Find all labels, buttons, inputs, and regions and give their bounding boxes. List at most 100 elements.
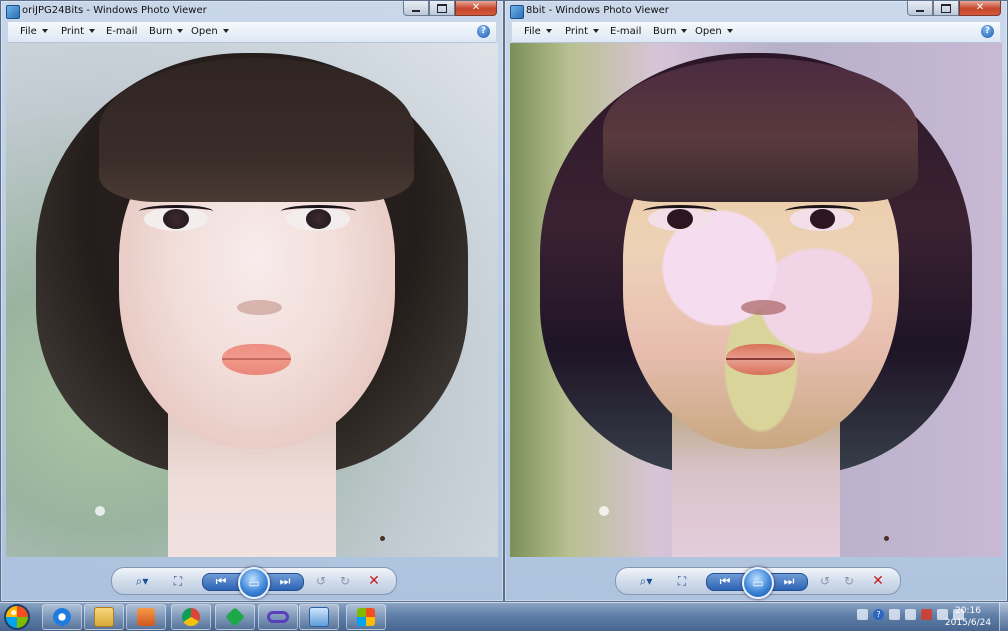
menu-burn[interactable]: Burn bbox=[149, 26, 184, 37]
portrait-image-24bit bbox=[6, 43, 498, 557]
window-title: 8bit - Windows Photo Viewer bbox=[526, 5, 669, 16]
tray-help-icon[interactable]: ? bbox=[873, 609, 884, 620]
rotate-right-button[interactable]: ↻ bbox=[336, 572, 354, 590]
menu-file[interactable]: File bbox=[524, 26, 552, 37]
next-button[interactable]: ⏭ bbox=[774, 573, 804, 589]
maximize-button[interactable] bbox=[933, 1, 959, 16]
title-bar[interactable]: oriJPG24Bits - Windows Photo Viewer ✕ bbox=[1, 1, 503, 21]
photo-viewport[interactable] bbox=[6, 43, 498, 557]
photo-viewer-window-24bit[interactable]: oriJPG24Bits - Windows Photo Viewer ✕ Fi… bbox=[0, 0, 504, 602]
minimize-button[interactable] bbox=[907, 1, 933, 16]
command-bar: File Print E-mail Burn Open ? bbox=[8, 22, 496, 43]
previous-button[interactable]: ⏮ bbox=[206, 573, 236, 589]
zoom-button[interactable]: ⌕▾ bbox=[128, 572, 156, 590]
close-button[interactable]: ✕ bbox=[455, 1, 497, 16]
rotate-left-icon: ↺ bbox=[315, 574, 327, 588]
taskbar-chrome[interactable] bbox=[171, 604, 211, 630]
taskbar-ie[interactable] bbox=[42, 604, 82, 630]
window-title: oriJPG24Bits - Windows Photo Viewer bbox=[22, 5, 207, 16]
next-icon: ⏭ bbox=[783, 574, 795, 588]
office-app-icon bbox=[357, 608, 375, 626]
help-icon[interactable]: ? bbox=[477, 25, 490, 38]
portrait-image-8bit bbox=[510, 43, 1002, 557]
rotate-right-button[interactable]: ↻ bbox=[840, 572, 858, 590]
taskbar-explorer[interactable] bbox=[84, 604, 124, 630]
zoom-icon: ⌕▾ bbox=[639, 574, 653, 588]
next-button[interactable]: ⏭ bbox=[270, 573, 300, 589]
minimize-icon bbox=[916, 9, 924, 12]
slideshow-button[interactable]: ▭ bbox=[742, 567, 774, 599]
actual-size-button[interactable]: ⛶ bbox=[168, 572, 188, 590]
taskbar-clock[interactable]: 20:16 2015/6/24 bbox=[938, 605, 998, 629]
navigation-group: ⏮ ▭ ⏭ bbox=[706, 567, 808, 599]
clock-date: 2015/6/24 bbox=[944, 618, 992, 628]
caption-buttons: ✕ bbox=[907, 1, 1001, 17]
slideshow-icon: ▭ bbox=[752, 576, 764, 590]
maximize-icon bbox=[437, 3, 447, 13]
chevron-down-icon bbox=[177, 29, 184, 33]
rotate-right-icon: ↻ bbox=[339, 574, 351, 588]
chevron-down-icon bbox=[726, 29, 733, 33]
rotate-left-button[interactable]: ↺ bbox=[816, 572, 834, 590]
tray-network-icon[interactable] bbox=[921, 609, 932, 620]
taskbar-infinity-app[interactable] bbox=[258, 604, 298, 630]
menu-open[interactable]: Open bbox=[191, 26, 229, 37]
photo-viewer-window-8bit[interactable]: 8bit - Windows Photo Viewer ✕ File Print… bbox=[504, 0, 1008, 602]
photo-viewer-icon bbox=[309, 607, 329, 627]
delete-button[interactable]: ✕ bbox=[364, 572, 384, 590]
menu-print[interactable]: Print bbox=[61, 26, 96, 37]
fit-window-icon: ⛶ bbox=[677, 574, 687, 588]
menu-burn[interactable]: Burn bbox=[653, 26, 688, 37]
menu-print[interactable]: Print bbox=[565, 26, 600, 37]
zoom-button[interactable]: ⌕▾ bbox=[632, 572, 660, 590]
start-button[interactable] bbox=[4, 604, 30, 630]
title-bar[interactable]: 8bit - Windows Photo Viewer ✕ bbox=[505, 1, 1007, 21]
command-bar: File Print E-mail Burn Open ? bbox=[512, 22, 1000, 43]
help-icon[interactable]: ? bbox=[981, 25, 994, 38]
rotate-left-icon: ↺ bbox=[819, 574, 831, 588]
delete-button[interactable]: ✕ bbox=[868, 572, 888, 590]
rotate-left-button[interactable]: ↺ bbox=[312, 572, 330, 590]
close-icon: ✕ bbox=[975, 2, 985, 13]
chevron-down-icon bbox=[545, 29, 552, 33]
taskbar-media-player[interactable] bbox=[126, 604, 166, 630]
tray-arrow-icon[interactable] bbox=[905, 609, 916, 620]
taskbar: ? 20:16 2015/6/24 bbox=[0, 602, 1008, 631]
photo-viewport[interactable] bbox=[510, 43, 1002, 557]
menu-email[interactable]: E-mail bbox=[610, 26, 641, 37]
slideshow-button[interactable]: ▭ bbox=[238, 567, 270, 599]
chevron-down-icon bbox=[681, 29, 688, 33]
delete-icon: ✕ bbox=[872, 573, 884, 589]
previous-icon: ⏮ bbox=[215, 574, 227, 588]
tray-storage-icon[interactable] bbox=[857, 609, 868, 620]
taskbar-office-app[interactable] bbox=[346, 604, 386, 630]
tray-flag-icon[interactable] bbox=[889, 609, 900, 620]
fit-window-icon: ⛶ bbox=[173, 574, 183, 588]
taskbar-green-app[interactable] bbox=[215, 604, 255, 630]
show-desktop-button[interactable] bbox=[999, 603, 1008, 631]
zoom-icon: ⌕▾ bbox=[135, 574, 149, 588]
photo-viewer-app-icon bbox=[6, 5, 20, 19]
playback-control-bar: ⌕▾ ⛶ ⏮ ▭ ⏭ ↺ ↻ ✕ bbox=[111, 567, 397, 599]
menu-email[interactable]: E-mail bbox=[106, 26, 137, 37]
next-icon: ⏭ bbox=[279, 574, 291, 588]
ie-icon bbox=[53, 608, 71, 626]
close-icon: ✕ bbox=[471, 2, 481, 13]
close-button[interactable]: ✕ bbox=[959, 1, 1001, 16]
previous-icon: ⏮ bbox=[719, 574, 731, 588]
menu-file[interactable]: File bbox=[20, 26, 48, 37]
chevron-down-icon bbox=[41, 29, 48, 33]
maximize-button[interactable] bbox=[429, 1, 455, 16]
previous-button[interactable]: ⏮ bbox=[710, 573, 740, 589]
menu-open[interactable]: Open bbox=[695, 26, 733, 37]
taskbar-photo-viewer[interactable] bbox=[299, 604, 339, 630]
media-player-icon bbox=[137, 608, 155, 626]
slideshow-icon: ▭ bbox=[248, 576, 260, 590]
caption-buttons: ✕ bbox=[403, 1, 497, 17]
minimize-button[interactable] bbox=[403, 1, 429, 16]
navigation-group: ⏮ ▭ ⏭ bbox=[202, 567, 304, 599]
chevron-down-icon bbox=[89, 29, 96, 33]
maximize-icon bbox=[941, 3, 951, 13]
folder-icon bbox=[94, 607, 114, 627]
actual-size-button[interactable]: ⛶ bbox=[672, 572, 692, 590]
